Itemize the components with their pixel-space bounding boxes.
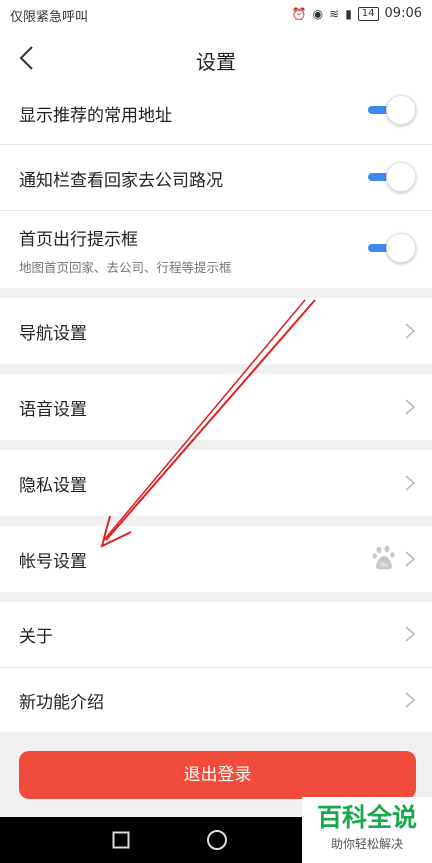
setting-label: 首页出行提示框 (19, 230, 138, 250)
battery-indicator: 14 (357, 6, 379, 21)
chevron-right-icon (405, 399, 416, 415)
page-title: 设置 (196, 50, 236, 74)
logout-button[interactable]: 退出登录 (19, 751, 416, 799)
toggle-switch[interactable] (366, 162, 416, 192)
menu-item-label: 关于 (19, 627, 53, 647)
menu-item-privacy[interactable]: 隐私设置 (0, 450, 432, 516)
wifi-icon: ≋ (329, 6, 340, 21)
menu-item-new-features[interactable]: 新功能介绍 (0, 668, 432, 732)
setting-label: 显示推荐的常用地址 (19, 106, 172, 126)
app-header: 设置 (0, 30, 432, 88)
menu-item-about[interactable]: 关于 (0, 602, 432, 667)
chevron-right-icon (405, 692, 416, 708)
menu-item-account[interactable]: 帐号设置 du (0, 526, 432, 592)
signal-icon: ▮ (345, 6, 352, 21)
toggle-knob (386, 95, 416, 125)
svg-text:du: du (380, 562, 388, 569)
home-icon[interactable] (206, 829, 228, 851)
setting-subtitle: 地图首页回家、去公司、行程等提示框 (19, 260, 232, 275)
menu-item-label: 语音设置 (19, 400, 87, 420)
baidu-paw-icon: du (372, 545, 395, 570)
chevron-right-icon (405, 475, 416, 491)
watermark-title: 百科全说 (316, 803, 417, 832)
alarm-icon: ⏰ (291, 6, 307, 21)
setting-label: 通知栏查看回家去公司路况 (19, 171, 223, 191)
menu-item-voice[interactable]: 语音设置 (0, 374, 432, 440)
menu-item-label: 隐私设置 (19, 476, 87, 496)
chevron-right-icon (405, 626, 416, 642)
setting-row-traffic-notify: 通知栏查看回家去公司路况 (0, 145, 432, 210)
recent-apps-icon[interactable] (112, 831, 130, 849)
clock: 09:06 (384, 6, 422, 21)
status-bar: 仅限紧急呼叫 ⏰ ◉ ≋ ▮ 14 09:06 (0, 0, 432, 30)
menu-item-label: 新功能介绍 (19, 693, 104, 713)
toggle-knob (386, 233, 416, 263)
carrier-text: 仅限紧急呼叫 (10, 10, 89, 25)
menu-item-label: 帐号设置 (19, 552, 87, 572)
toggle-switch[interactable] (366, 95, 416, 125)
watermark-subtitle: 助你轻松解决 (330, 837, 403, 851)
menu-item-navigation[interactable]: 导航设置 (0, 298, 432, 364)
toggle-switch[interactable] (366, 233, 416, 263)
menu-item-label: 导航设置 (19, 324, 87, 344)
eye-icon: ◉ (312, 6, 324, 21)
chevron-right-icon (405, 323, 416, 339)
setting-row-trip-prompt: 首页出行提示框 地图首页回家、去公司、行程等提示框 (0, 211, 432, 288)
toggle-knob (386, 162, 416, 192)
watermark-logo: 百科全说 助你轻松解决 (302, 797, 432, 863)
chevron-right-icon (405, 551, 416, 567)
